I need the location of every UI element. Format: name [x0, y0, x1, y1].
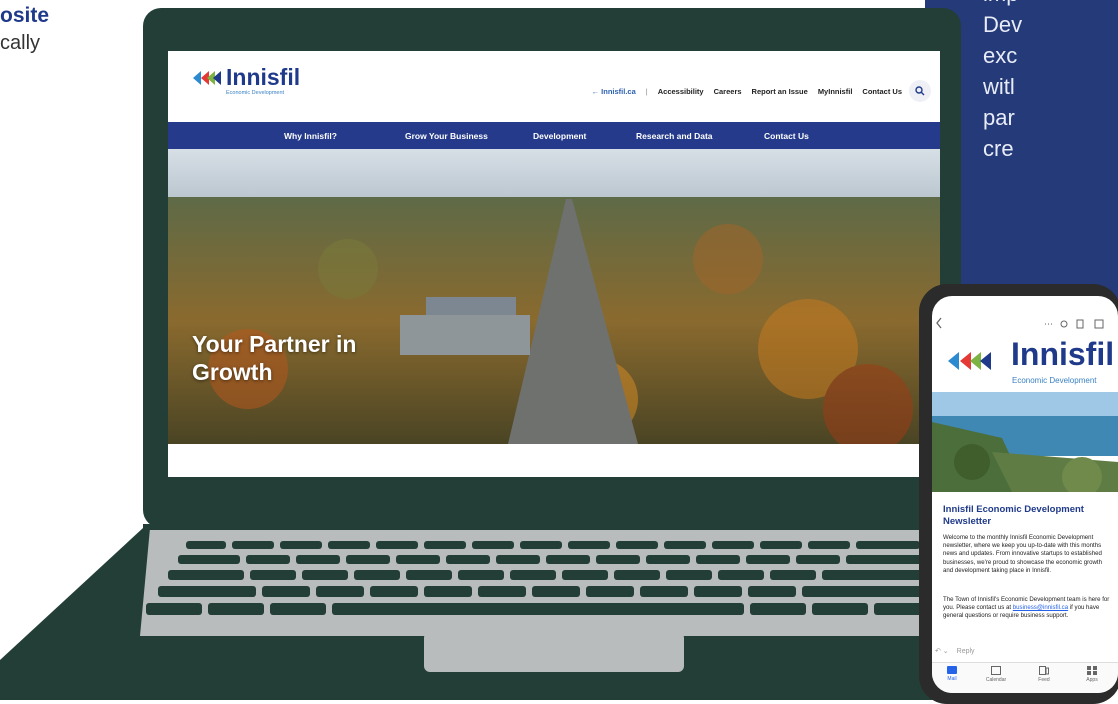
back-to-innisfil-link[interactable]: ← Innisfil.ca [592, 87, 636, 96]
logo-arrows-icon [193, 71, 221, 85]
more-icon[interactable]: ⋯ [1044, 320, 1053, 330]
trash-icon[interactable] [1076, 319, 1084, 329]
tab-feed[interactable]: Feed [1024, 666, 1064, 683]
tab-apps[interactable]: Apps [1072, 666, 1112, 683]
reply-bar[interactable]: ↶ ⌄ Reply [932, 647, 1118, 655]
newsletter-paragraph-2: The Town of Innisfil's Economic Developm… [943, 596, 1113, 621]
tab-apps-label: Apps [1086, 677, 1098, 683]
hero-aerial-photo [168, 149, 940, 444]
tab-calendar-label: Calendar [985, 677, 1007, 683]
nav-contact-us[interactable]: Contact Us [764, 131, 809, 141]
tab-mail[interactable]: Mail [932, 666, 972, 682]
site-logo-tagline: Economic Development [226, 90, 285, 96]
utility-link-contact[interactable]: Contact Us [862, 87, 902, 96]
utility-link-report-issue[interactable]: Report an Issue [752, 87, 808, 96]
tab-feed-label: Feed [1038, 677, 1050, 683]
business-email-link[interactable]: business@innisfil.ca [1013, 604, 1068, 611]
newsletter-title: Innisfil Economic Development Newsletter [943, 504, 1084, 527]
email-logo-tagline: Economic Development [1012, 376, 1097, 385]
tab-calendar[interactable]: Calendar [976, 666, 1016, 683]
search-icon [915, 86, 925, 96]
utility-link-myinnisfil[interactable]: MyInnisfil [818, 87, 853, 96]
email-toolbar: ⋯ [932, 296, 1118, 330]
utility-separator: | [645, 87, 648, 96]
laptop-hinge [143, 524, 961, 530]
site-header: Innisfil Economic Development ← Innisfil… [168, 51, 940, 122]
website-screen: Innisfil Economic Development ← Innisfil… [168, 51, 940, 477]
nav-research-data[interactable]: Research and Data [636, 131, 713, 141]
mail-icon [947, 666, 957, 674]
calendar-icon [991, 666, 1001, 675]
nav-development[interactable]: Development [533, 131, 586, 141]
utility-link-accessibility[interactable]: Accessibility [658, 87, 704, 96]
hero-headline: Your Partner in Growth [192, 331, 357, 385]
feed-icon [1039, 666, 1049, 675]
utility-link-careers[interactable]: Careers [714, 87, 742, 96]
email-logo-name: Innisfil [1011, 336, 1115, 372]
newsletter-paragraph-1: Welcome to the monthly Innisfil Economic… [943, 534, 1103, 574]
mic-icon[interactable] [1060, 320, 1068, 328]
main-nav: Why Innisfil? Grow Your Business Develop… [168, 122, 940, 149]
email-banner-photo [932, 392, 1118, 492]
trackpad[interactable] [424, 632, 684, 672]
utility-nav: ← Innisfil.ca | Accessibility Careers Re… [592, 87, 902, 96]
search-button[interactable] [909, 80, 931, 102]
tab-mail-label: Mail [947, 676, 957, 682]
bottom-tab-bar: Mail Calendar Feed Apps [932, 662, 1118, 693]
hero-banner: Your Partner in Growth [168, 149, 940, 444]
back-chevron-icon[interactable] [936, 317, 942, 329]
site-logo-name[interactable]: Innisfil [226, 64, 300, 91]
reply-arrow-icon: ↶ ⌄ [935, 648, 949, 655]
apps-icon [1087, 666, 1097, 675]
reply-label: Reply [956, 648, 975, 655]
email-logo-arrows-icon [948, 352, 991, 370]
phone-email-screen: ⋯ Innisfil Economic Development Innisfil… [932, 296, 1118, 693]
nav-why-innisfil[interactable]: Why Innisfil? [284, 131, 337, 141]
nav-grow-business[interactable]: Grow Your Business [405, 131, 488, 141]
archive-icon[interactable] [1094, 319, 1104, 329]
